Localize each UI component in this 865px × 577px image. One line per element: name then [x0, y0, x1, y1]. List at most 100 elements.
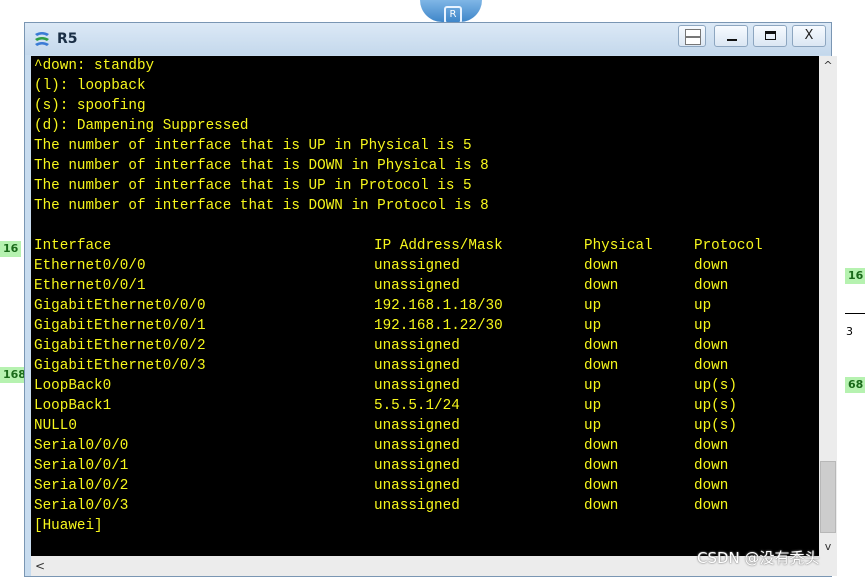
- physical-cell: up: [584, 398, 602, 414]
- ip-cell: unassigned: [374, 438, 460, 454]
- maximize-icon: [765, 31, 776, 40]
- console-line: The number of interface that is DOWN in …: [34, 158, 489, 174]
- physical-cell: down: [584, 358, 619, 374]
- protocol-cell: up(s): [694, 378, 737, 394]
- router-glyph: R: [444, 6, 462, 22]
- console-line: (d): Dampening Suppressed: [34, 118, 249, 134]
- protocol-cell: down: [694, 258, 729, 274]
- table-row: NULL0 unassigned up up(s): [34, 416, 814, 436]
- ip-cell: unassigned: [374, 418, 460, 434]
- console-line: The number of interface that is DOWN in …: [34, 198, 489, 214]
- physical-cell: down: [584, 278, 619, 294]
- keyboard-toggle-button[interactable]: [678, 25, 706, 47]
- edge-label: 68: [845, 377, 865, 393]
- scroll-up-icon[interactable]: ^: [819, 56, 837, 74]
- edge-label: 16: [845, 268, 865, 284]
- console-line: The number of interface that is UP in Pr…: [34, 178, 472, 194]
- interface-cell: Ethernet0/0/0: [34, 258, 146, 274]
- protocol-cell: down: [694, 478, 729, 494]
- table-row: Ethernet0/0/1 unassigned down down: [34, 276, 814, 296]
- protocol-cell: down: [694, 458, 729, 474]
- table-row: LoopBack1 5.5.5.1/24 up up(s): [34, 396, 814, 416]
- scroll-left-icon[interactable]: <: [35, 557, 51, 575]
- scroll-down-icon[interactable]: v: [819, 538, 837, 556]
- terminal-window[interactable]: R5 X ^down: standby (l): loopback (s): s…: [24, 22, 837, 577]
- ip-cell: unassigned: [374, 498, 460, 514]
- scroll-thumb[interactable]: [820, 461, 836, 533]
- protocol-cell: up: [694, 298, 712, 314]
- ip-cell: unassigned: [374, 458, 460, 474]
- table-row: GigabitEthernet0/0/3 unassigned down down: [34, 356, 814, 376]
- table-row: Serial0/0/3 unassigned down down: [34, 496, 814, 516]
- protocol-cell: up: [694, 318, 712, 334]
- table-row: LoopBack0 unassigned up up(s): [34, 376, 814, 396]
- interface-cell: NULL0: [34, 418, 77, 434]
- minimize-icon: [727, 39, 737, 41]
- interface-cell: GigabitEthernet0/0/1: [34, 318, 206, 334]
- physical-cell: up: [584, 418, 602, 434]
- interface-cell: GigabitEthernet0/0/0: [34, 298, 206, 314]
- protocol-cell: down: [694, 338, 729, 354]
- ip-cell: unassigned: [374, 278, 460, 294]
- interface-cell: Interface: [34, 238, 112, 254]
- console-line: (l): loopback: [34, 78, 146, 94]
- interface-cell: GigabitEthernet0/0/3: [34, 358, 206, 374]
- watermark: CSDN @没有秃头: [697, 549, 820, 567]
- physical-cell: down: [584, 438, 619, 454]
- ip-cell: 192.168.1.22/30: [374, 318, 503, 334]
- interface-cell: GigabitEthernet0/0/2: [34, 338, 206, 354]
- interface-cell: LoopBack0: [34, 378, 112, 394]
- router-icon[interactable]: R: [420, 0, 482, 22]
- console-prompt[interactable]: [Huawei]: [34, 516, 103, 536]
- physical-cell: down: [584, 498, 619, 514]
- console-output[interactable]: ^down: standby (l): loopback (s): spoofi…: [31, 56, 819, 556]
- ip-cell: 192.168.1.18/30: [374, 298, 503, 314]
- protocol-cell: down: [694, 438, 729, 454]
- physical-cell: Physical: [584, 238, 653, 254]
- physical-cell: down: [584, 258, 619, 274]
- keyboard-icon: [685, 37, 701, 45]
- ip-cell: unassigned: [374, 338, 460, 354]
- ip-cell: unassigned: [374, 478, 460, 494]
- protocol-cell: down: [694, 498, 729, 514]
- physical-cell: up: [584, 298, 602, 314]
- table-row: Serial0/0/2 unassigned down down: [34, 476, 814, 496]
- ip-cell: IP Address/Mask: [374, 238, 503, 254]
- link-line: [845, 313, 865, 314]
- ip-cell: 5.5.5.1/24: [374, 398, 460, 414]
- console-line: The number of interface that is UP in Ph…: [34, 138, 472, 154]
- interface-cell: Ethernet0/0/1: [34, 278, 146, 294]
- protocol-cell: up(s): [694, 398, 737, 414]
- minimize-button[interactable]: [714, 25, 748, 47]
- vertical-scrollbar[interactable]: ^ v: [819, 56, 837, 556]
- close-button[interactable]: X: [792, 25, 826, 47]
- protocol-cell: up(s): [694, 418, 737, 434]
- console-line: (s): spoofing: [34, 98, 146, 114]
- console-line: ^down: standby: [34, 58, 155, 74]
- physical-cell: down: [584, 458, 619, 474]
- maximize-button[interactable]: [753, 25, 787, 47]
- physical-cell: down: [584, 338, 619, 354]
- table-row: Serial0/0/1 unassigned down down: [34, 456, 814, 476]
- table-row: GigabitEthernet0/0/0 192.168.1.18/30 up up: [34, 296, 814, 316]
- interface-cell: Serial0/0/0: [34, 438, 129, 454]
- app-icon: [35, 32, 49, 46]
- ip-cell: unassigned: [374, 358, 460, 374]
- title-bar[interactable]: R5 X: [25, 23, 831, 55]
- ip-cell: unassigned: [374, 378, 460, 394]
- keyboard-icon: [685, 29, 701, 37]
- interface-cell: Serial0/0/1: [34, 458, 129, 474]
- ip-cell: unassigned: [374, 258, 460, 274]
- table-row: GigabitEthernet0/0/2 unassigned down down: [34, 336, 814, 356]
- protocol-cell: down: [694, 358, 729, 374]
- edge-label: 16: [0, 241, 22, 257]
- protocol-cell: Protocol: [694, 238, 763, 254]
- protocol-cell: down: [694, 278, 729, 294]
- physical-cell: up: [584, 378, 602, 394]
- link-mark: 3: [846, 325, 853, 338]
- table-row: Serial0/0/0 unassigned down down: [34, 436, 814, 456]
- table-header: Interface IP Address/Mask Physical Protocol: [34, 236, 814, 256]
- table-row: Ethernet0/0/0 unassigned down down: [34, 256, 814, 276]
- table-row: GigabitEthernet0/0/1 192.168.1.22/30 up up: [34, 316, 814, 336]
- physical-cell: up: [584, 318, 602, 334]
